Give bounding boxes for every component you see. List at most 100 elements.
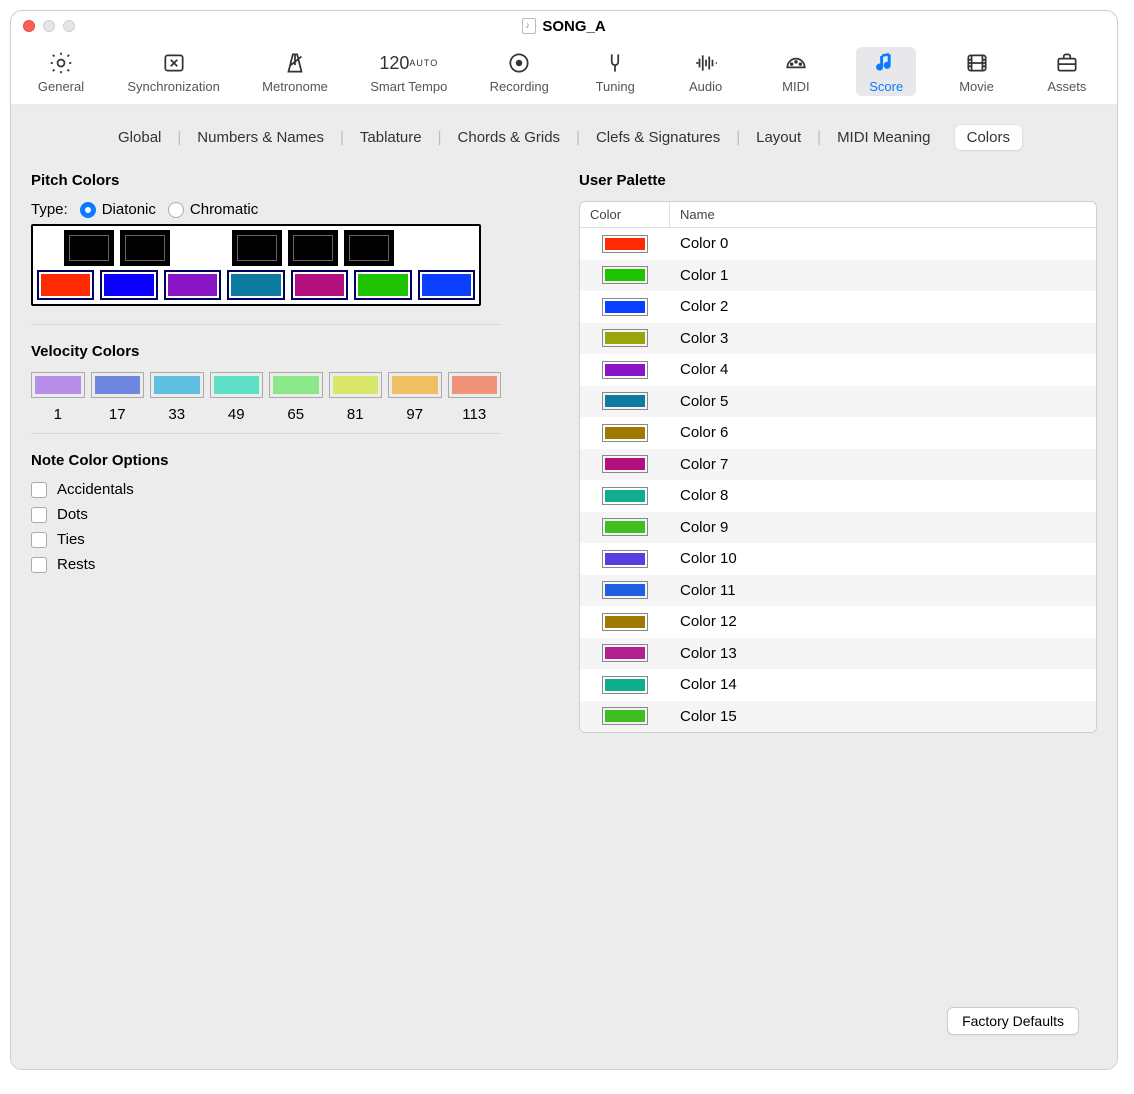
radio-label: Chromatic [190,201,258,218]
palette-swatch[interactable] [602,644,648,662]
sync-icon [160,49,188,77]
user-palette-table: Color Name Color 0Color 1Color 2Color 3C… [579,201,1097,733]
white-key[interactable] [354,270,411,300]
velocity-swatch[interactable] [31,372,85,398]
black-key[interactable] [288,230,338,266]
tab-movie[interactable]: Movie [947,47,1007,96]
tab-tuning[interactable]: Tuning [585,47,645,96]
velocity-swatch[interactable] [91,372,145,398]
factory-defaults-button[interactable]: Factory Defaults [947,1007,1079,1035]
palette-swatch[interactable] [602,235,648,253]
tab-general[interactable]: General [31,47,91,96]
table-row[interactable]: Color 4 [580,354,1096,386]
checkbox-dots[interactable]: Dots [31,506,549,523]
table-row[interactable]: Color 9 [580,512,1096,544]
palette-swatch[interactable] [602,361,648,379]
subtab-global[interactable]: Global [106,125,173,150]
column-color-header[interactable]: Color [580,202,670,227]
tab-score[interactable]: Score [856,47,916,96]
radio-diatonic[interactable]: Diatonic [80,201,156,218]
table-row[interactable]: Color 3 [580,323,1096,355]
document-icon [522,18,536,34]
metronome-icon [281,49,309,77]
black-key[interactable] [344,230,394,266]
table-row[interactable]: Color 0 [580,228,1096,260]
velocity-swatches: 1173349658197113 [31,372,501,423]
tab-audio[interactable]: Audio [676,47,736,96]
table-row[interactable]: Color 5 [580,386,1096,418]
palette-name: Color 11 [670,582,1096,599]
white-key[interactable] [418,270,475,300]
tab-smart-tempo[interactable]: 120 AUTO Smart Tempo [364,47,453,96]
checkbox-accidentals[interactable]: Accidentals [31,481,549,498]
palette-swatch[interactable] [602,266,648,284]
table-row[interactable]: Color 12 [580,606,1096,638]
palette-swatch[interactable] [602,550,648,568]
table-row[interactable]: Color 11 [580,575,1096,607]
checkbox-ties[interactable]: Ties [31,531,549,548]
palette-name: Color 15 [670,708,1096,725]
black-key[interactable] [64,230,114,266]
subtab-midi-meaning[interactable]: MIDI Meaning [825,125,942,150]
palette-swatch[interactable] [602,329,648,347]
white-key[interactable] [100,270,157,300]
palette-swatch[interactable] [602,676,648,694]
tab-synchronization[interactable]: Synchronization [121,47,226,96]
table-row[interactable]: Color 13 [580,638,1096,670]
white-key[interactable] [37,270,94,300]
window-title-text: SONG_A [542,18,605,35]
table-row[interactable]: Color 10 [580,543,1096,575]
table-row[interactable]: Color 2 [580,291,1096,323]
velocity-swatch[interactable] [150,372,204,398]
tab-midi[interactable]: MIDI [766,47,826,96]
white-key[interactable] [164,270,221,300]
table-row[interactable]: Color 7 [580,449,1096,481]
checkbox-rests[interactable]: Rests [31,556,549,573]
velocity-swatch[interactable] [210,372,264,398]
velocity-swatch[interactable] [269,372,323,398]
velocity-swatch[interactable] [388,372,442,398]
velocity-swatch[interactable] [448,372,502,398]
palette-swatch[interactable] [602,298,648,316]
palette-swatch[interactable] [602,392,648,410]
subtab-clefs-signatures[interactable]: Clefs & Signatures [584,125,732,150]
velocity-label: 81 [329,406,383,423]
subtab-numbers-names[interactable]: Numbers & Names [185,125,336,150]
white-key[interactable] [291,270,348,300]
preferences-window: SONG_A General Synchronization Metronome… [10,10,1118,1070]
palette-swatch[interactable] [602,581,648,599]
subtab-colors[interactable]: Colors [955,125,1022,150]
tab-assets[interactable]: Assets [1037,47,1097,96]
palette-name: Color 0 [670,235,1096,252]
velocity-label: 33 [150,406,204,423]
table-row[interactable]: Color 6 [580,417,1096,449]
table-row[interactable]: Color 15 [580,701,1096,733]
black-key[interactable] [120,230,170,266]
palette-swatch[interactable] [602,424,648,442]
palette-name: Color 13 [670,645,1096,662]
tab-metronome[interactable]: Metronome [256,47,334,96]
divider [31,324,501,325]
checkbox-label: Dots [57,506,88,523]
table-row[interactable]: Color 14 [580,669,1096,701]
palette-swatch[interactable] [602,518,648,536]
subtab-tablature[interactable]: Tablature [348,125,434,150]
white-key[interactable] [227,270,284,300]
tab-recording[interactable]: Recording [484,47,555,96]
checkbox-icon [31,532,47,548]
palette-swatch[interactable] [602,613,648,631]
table-row[interactable]: Color 8 [580,480,1096,512]
column-name-header[interactable]: Name [670,202,1096,227]
user-palette-heading: User Palette [579,172,1097,189]
table-row[interactable]: Color 1 [580,260,1096,292]
subtab-layout[interactable]: Layout [744,125,813,150]
palette-swatch[interactable] [602,707,648,725]
radio-chromatic[interactable]: Chromatic [168,201,258,218]
tuning-fork-icon [601,49,629,77]
palette-swatch[interactable] [602,487,648,505]
tab-label: MIDI [782,79,809,94]
palette-swatch[interactable] [602,455,648,473]
velocity-swatch[interactable] [329,372,383,398]
black-key[interactable] [232,230,282,266]
subtab-chords-grids[interactable]: Chords & Grids [446,125,573,150]
